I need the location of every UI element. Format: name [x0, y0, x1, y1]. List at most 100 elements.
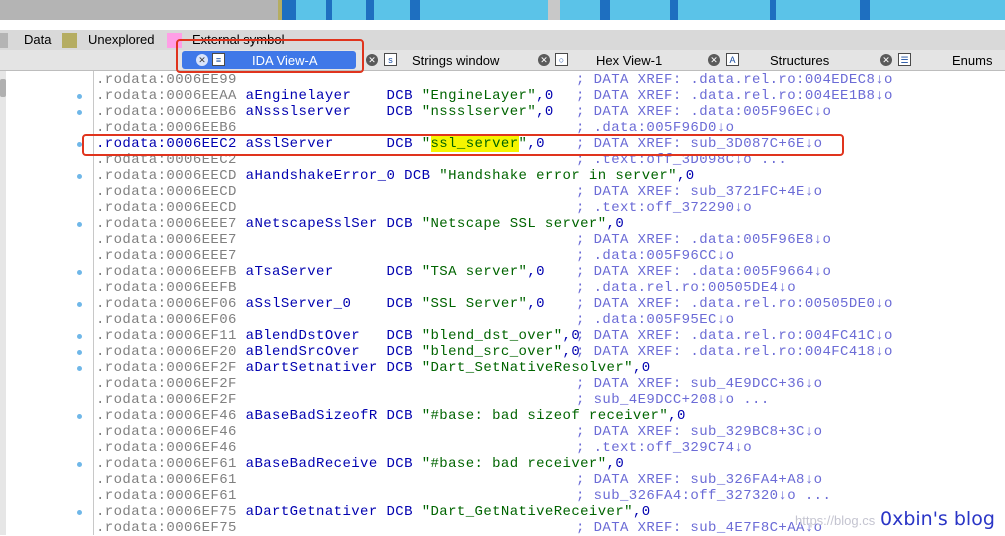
- listing-row[interactable]: .rodata:0006EECD ; DATA XREF: sub_3721FC…: [96, 184, 822, 200]
- xref-comment[interactable]: ; DATA XREF: .data.rel.ro:004FC41C↓o: [576, 328, 893, 344]
- symbol-name[interactable]: aBlendSrcOver: [246, 344, 360, 360]
- gutter-marker: [77, 270, 82, 275]
- listing-row[interactable]: .rodata:0006EF06 ; .data:005F95EC↓o: [96, 312, 734, 328]
- nav-segment: [600, 0, 610, 20]
- navigation-band[interactable]: [0, 0, 1005, 20]
- xref-comment[interactable]: ; DATA XREF: .data.rel.ro:004EDEC8↓o: [576, 72, 893, 88]
- listing-row[interactable]: .rodata:0006EF06 aSslServer_0 DCB "SSL S…: [96, 296, 892, 312]
- xref-comment[interactable]: ; .text:off_329C74↓o: [576, 440, 752, 456]
- legend-label-unexplored: Unexplored: [88, 32, 155, 47]
- xref-comment[interactable]: ; sub_4E9DCC+208↓o ...: [576, 392, 770, 408]
- listing-row[interactable]: .rodata:0006EF61 aBaseBadReceive DCB "#b…: [96, 456, 624, 472]
- xref-comment[interactable]: ; DATA XREF: sub_3721FC+4E↓o: [576, 184, 822, 200]
- address: .rodata:0006EEB6: [96, 104, 237, 120]
- enums-icon: ☰: [898, 53, 911, 66]
- listing-row[interactable]: .rodata:0006EEE7 ; DATA XREF: .data:005F…: [96, 232, 831, 248]
- nav-segment: [0, 0, 278, 20]
- xref-comment[interactable]: ; .data:005F96CC↓o: [576, 248, 734, 264]
- gutter-marker: [77, 414, 82, 419]
- nav-segment: [860, 0, 870, 20]
- address: .rodata:0006EF46: [96, 408, 237, 424]
- address: .rodata:0006EEE7: [96, 232, 237, 248]
- scrollbar-thumb[interactable]: [0, 79, 6, 97]
- xref-comment[interactable]: ; DATA XREF: .data:005F9664↓o: [576, 264, 831, 280]
- string-literal: "TSA server": [421, 264, 528, 280]
- listing-row[interactable]: .rodata:0006EF75 aDartGetnativer DCB "Da…: [96, 504, 651, 520]
- symbol-name[interactable]: aSslServer_0: [246, 296, 352, 312]
- listing-row[interactable]: .rodata:0006EEE7 aNetscapeSslSer DCB "Ne…: [96, 216, 624, 232]
- symbol-name[interactable]: aEnginelayer: [246, 88, 352, 104]
- xref-comment[interactable]: ; DATA XREF: .data.rel.ro:00505DE0↓o: [576, 296, 893, 312]
- listing-row[interactable]: .rodata:0006EEFB aTsaServer DCB "TSA ser…: [96, 264, 831, 280]
- symbol-name[interactable]: aBaseBadSizeofR: [246, 408, 378, 424]
- listing-row[interactable]: .rodata:0006EF2F ; sub_4E9DCC+208↓o ...: [96, 392, 769, 408]
- listing-row[interactable]: .rodata:0006EF2F ; DATA XREF: sub_4E9DCC…: [96, 376, 822, 392]
- listing-row[interactable]: .rodata:0006EEFB ; .data.rel.ro:00505DE4…: [96, 280, 796, 296]
- gutter-marker: [77, 350, 82, 355]
- xref-comment[interactable]: ; DATA XREF: sub_4E7F8C+AA↓o: [576, 520, 822, 536]
- listing-row[interactable]: .rodata:0006EF46 ; .text:off_329C74↓o: [96, 440, 752, 456]
- address: .rodata:0006EF61: [96, 472, 237, 488]
- listing-row[interactable]: .rodata:0006EF46 aBaseBadSizeofR DCB "#b…: [96, 408, 686, 424]
- listing-row[interactable]: .rodata:0006EF46 ; DATA XREF: sub_329BC8…: [96, 424, 822, 440]
- string-literal: "Dart_GetNativeReceiver": [421, 504, 633, 520]
- listing-row[interactable]: .rodata:0006EF11 aBlendDstOver DCB "blen…: [96, 328, 892, 344]
- address: .rodata:0006EE99: [96, 72, 237, 88]
- directive: DCB: [386, 408, 413, 424]
- close-icon[interactable]: ✕: [708, 54, 720, 66]
- string-literal: "blend_dst_over": [421, 328, 563, 344]
- symbol-name[interactable]: aBlendDstOver: [246, 328, 360, 344]
- directive: DCB: [386, 504, 413, 520]
- xref-comment[interactable]: ; DATA XREF: .data:005F96EC↓o: [576, 104, 831, 120]
- xref-comment[interactable]: ; .data.rel.ro:00505DE4↓o: [576, 280, 796, 296]
- listing-row[interactable]: .rodata:0006EECD ; .text:off_372290↓o: [96, 200, 752, 216]
- nav-segment: [282, 0, 296, 20]
- listing-row[interactable]: .rodata:0006EEB6 aNssslserver DCB "nsssl…: [96, 104, 831, 120]
- xref-comment[interactable]: ; DATA XREF: .data.rel.ro:004EE1B8↓o: [576, 88, 893, 104]
- tab-strings-window[interactable]: Strings window: [412, 52, 499, 70]
- address: .rodata:0006EF11: [96, 328, 237, 344]
- tab-enums[interactable]: Enums: [952, 52, 992, 70]
- listing-row[interactable]: .rodata:0006EE99 ; DATA XREF: .data.rel.…: [96, 72, 892, 88]
- terminator: ,0: [676, 168, 695, 184]
- symbol-name[interactable]: aTsaServer: [246, 264, 334, 280]
- close-icon[interactable]: ✕: [880, 54, 892, 66]
- symbol-name[interactable]: aHandshakeError_0: [246, 168, 396, 184]
- xref-comment[interactable]: ; DATA XREF: .data:005F96E8↓o: [576, 232, 831, 248]
- close-icon[interactable]: ✕: [366, 54, 378, 66]
- vertical-scrollbar[interactable]: [0, 71, 6, 535]
- close-icon[interactable]: ✕: [538, 54, 550, 66]
- listing-row[interactable]: .rodata:0006EF61 ; DATA XREF: sub_326FA4…: [96, 472, 822, 488]
- symbol-name[interactable]: aDartGetnativer: [246, 504, 378, 520]
- listing-row[interactable]: .rodata:0006EF20 aBlendSrcOver DCB "blen…: [96, 344, 892, 360]
- terminator: ,0: [606, 216, 625, 232]
- xref-comment[interactable]: ; DATA XREF: .data.rel.ro:004FC418↓o: [576, 344, 893, 360]
- string-literal: "blend_src_over": [421, 344, 563, 360]
- xref-comment[interactable]: ; sub_326FA4:off_327320↓o ...: [576, 488, 831, 504]
- symbol-name[interactable]: aNetscapeSslSer: [246, 216, 378, 232]
- address: .rodata:0006EEE7: [96, 216, 237, 232]
- xref-comment[interactable]: ; DATA XREF: sub_326FA4+A8↓o: [576, 472, 822, 488]
- nav-segment: [776, 0, 860, 20]
- listing-row[interactable]: .rodata:0006EF75 ; DATA XREF: sub_4E7F8C…: [96, 520, 822, 536]
- gutter-marker: [77, 110, 82, 115]
- tab-hex-view-1[interactable]: Hex View-1: [596, 52, 662, 70]
- string-literal: "SSL Server": [421, 296, 528, 312]
- listing-row[interactable]: .rodata:0006EF2F aDartSetnativer DCB "Da…: [96, 360, 651, 376]
- address: .rodata:0006EEE7: [96, 248, 237, 264]
- xref-comment[interactable]: ; DATA XREF: sub_4E9DCC+36↓o: [576, 376, 822, 392]
- listing-row[interactable]: .rodata:0006EECD aHandshakeError_0 DCB "…: [96, 168, 695, 184]
- tab-structures[interactable]: Structures: [770, 52, 829, 70]
- listing-row[interactable]: .rodata:0006EF61 ; sub_326FA4:off_327320…: [96, 488, 831, 504]
- xref-comment[interactable]: ; .text:off_372290↓o: [576, 200, 752, 216]
- xref-comment[interactable]: ; .data:005F95EC↓o: [576, 312, 734, 328]
- symbol-name[interactable]: aBaseBadReceive: [246, 456, 378, 472]
- listing-row[interactable]: .rodata:0006EEAA aEnginelayer DCB "Engin…: [96, 88, 892, 104]
- symbol-name[interactable]: aDartSetnativer: [246, 360, 378, 376]
- listing-row[interactable]: .rodata:0006EEE7 ; .data:005F96CC↓o: [96, 248, 734, 264]
- xref-comment[interactable]: ; DATA XREF: sub_329BC8+3C↓o: [576, 424, 822, 440]
- directive: DCB: [404, 168, 431, 184]
- symbol-name[interactable]: aNssslserver: [246, 104, 352, 120]
- gutter-marker: [77, 334, 82, 339]
- string-literal: "Dart_SetNativeResolver": [421, 360, 633, 376]
